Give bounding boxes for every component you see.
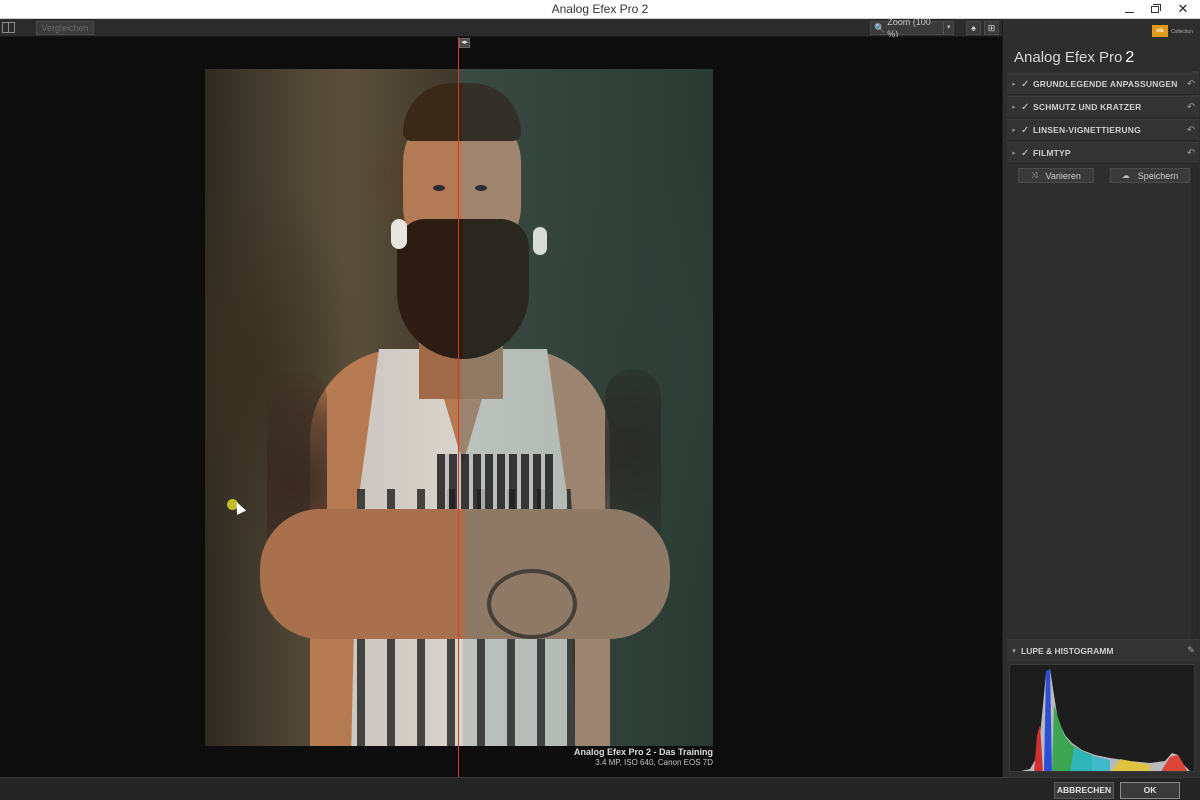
collapse-arrow-icon[interactable]: ▾	[1007, 647, 1021, 655]
histogram-cyan	[1070, 747, 1110, 771]
expand-arrow-icon[interactable]: ▸	[1007, 149, 1021, 157]
preview-photo[interactable]	[205, 69, 713, 746]
nik-logo-icon: nik	[1152, 25, 1168, 37]
compare-split-line[interactable]	[458, 37, 459, 777]
save-label: Speichern	[1137, 170, 1179, 181]
vary-label: Variieren	[1045, 170, 1081, 181]
section-linsen-vignettierung[interactable]: ▸ ✓ LINSEN-VIGNETTIERUNG ↶	[1007, 119, 1199, 141]
undo-icon[interactable]: ↶	[1183, 148, 1199, 159]
pin-icon[interactable]: ✎	[1183, 645, 1199, 656]
window-title: Analog Efex Pro 2	[551, 2, 649, 16]
photo-eye-right	[475, 185, 487, 191]
photo-beard	[397, 219, 529, 359]
panel-app-title: Analog Efex Pro 2	[1014, 49, 1134, 67]
photo-crossed-arms	[260, 509, 670, 639]
checkmark-icon[interactable]: ✓	[1021, 125, 1033, 136]
zoom-dropdown[interactable]: 🔍 Zoom (100 %) ▾	[870, 17, 954, 39]
app-version: 2	[1125, 49, 1135, 66]
brand-subtitle: Collection	[1171, 29, 1193, 35]
maximize-button[interactable]	[1142, 0, 1168, 18]
vary-button[interactable]: ⤨ Variieren	[1018, 168, 1094, 183]
loupe-histogram-label: LUPE & HISTOGRAMM	[1021, 645, 1114, 656]
photo-eye-left	[433, 185, 445, 191]
section-filmtyp[interactable]: ▸ ✓ FILMTYP ↶	[1007, 142, 1199, 164]
photo-mandala-tattoo	[487, 569, 577, 639]
chevron-down-icon[interactable]: ▾	[943, 22, 953, 34]
section-grundlegende-anpassungen[interactable]: ▸ ✓ GRUNDLEGENDE ANPASSUNGEN ↶	[1007, 73, 1199, 95]
title-bar: Analog Efex Pro 2 ✕	[0, 0, 1200, 19]
loupe-histogram-header[interactable]: ▾ LUPE & HISTOGRAMM ✎	[1007, 639, 1199, 661]
minimize-button[interactable]	[1116, 0, 1142, 18]
section-label: FILMTYP	[1033, 148, 1071, 158]
photo-ear-plug-right	[533, 227, 547, 255]
checkmark-icon[interactable]: ✓	[1021, 102, 1033, 113]
checkmark-icon[interactable]: ✓	[1021, 148, 1033, 159]
expand-arrow-icon[interactable]: ▸	[1007, 126, 1021, 134]
cancel-button[interactable]: ABBRECHEN	[1054, 782, 1114, 799]
checkmark-icon[interactable]: ✓	[1021, 79, 1033, 90]
image-caption: Analog Efex Pro 2 - Das Training 3.4 MP,…	[470, 747, 713, 767]
preview-toolbar: Vergleichen 🔍 Zoom (100 %) ▾ ♠ ⊞	[0, 17, 1002, 39]
loupe-toggle-icon[interactable]: ♠	[966, 21, 981, 35]
caption-meta: 3.4 MP, ISO 640, Canon EOS 7D	[595, 758, 713, 767]
zoom-magnifier-icon: 🔍	[874, 23, 886, 33]
ok-button[interactable]: OK	[1120, 782, 1180, 799]
section-label: SCHMUTZ UND KRATZER	[1033, 102, 1142, 112]
undo-icon[interactable]: ↶	[1183, 102, 1199, 113]
undo-icon[interactable]: ↶	[1183, 79, 1199, 90]
app-window: Analog Efex Pro 2 ✕ Vergleichen 🔍 Zoom (…	[0, 0, 1200, 800]
section-label: LINSEN-VIGNETTIERUNG	[1033, 125, 1141, 135]
bottom-bar: ABBRECHEN OK	[0, 777, 1200, 800]
expand-arrow-icon[interactable]: ▸	[1007, 80, 1021, 88]
minimize-icon	[1124, 11, 1134, 13]
caption-title: Analog Efex Pro 2 - Das Training	[573, 747, 713, 757]
compare-button[interactable]: Vergleichen	[36, 21, 94, 35]
expand-arrow-icon[interactable]: ▸	[1007, 103, 1021, 111]
adjustments-panel: nik Collection Analog Efex Pro 2 ▸ ✓ GRUN…	[1002, 19, 1200, 777]
close-button[interactable]: ✕	[1170, 0, 1196, 18]
split-handle-icon[interactable]: ◂▸	[459, 38, 470, 48]
save-preset-button[interactable]: ☁ Speichern	[1110, 168, 1190, 183]
app-name: Analog Efex Pro	[1014, 49, 1123, 66]
fullscreen-icon[interactable]: ⊞	[984, 21, 999, 35]
shuffle-icon: ⤨	[1031, 170, 1038, 180]
cloud-save-icon: ☁	[1121, 171, 1130, 180]
histogram	[1009, 664, 1195, 772]
restore-icon	[1151, 3, 1161, 13]
photo-ear-plug-left	[391, 219, 407, 249]
image-canvas[interactable]: ◂▸ Analog Efex Pro 2 - Das Training 3.4 …	[0, 37, 1002, 777]
section-schmutz-und-kratzer[interactable]: ▸ ✓ SCHMUTZ UND KRATZER ↶	[1007, 96, 1199, 118]
histogram-graph	[1021, 669, 1190, 771]
split-view-toggle-icon[interactable]	[2, 22, 15, 33]
section-label: GRUNDLEGENDE ANPASSUNGEN	[1033, 79, 1178, 89]
undo-icon[interactable]: ↶	[1183, 125, 1199, 136]
